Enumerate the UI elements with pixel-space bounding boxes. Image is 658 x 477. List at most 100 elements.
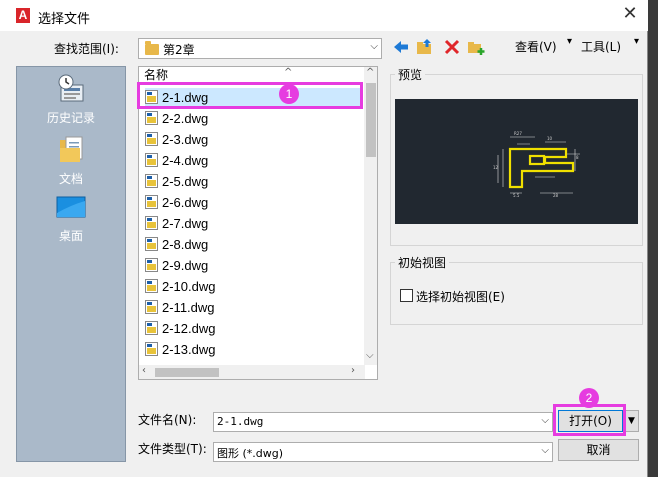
file-name: 2-9.dwg xyxy=(162,258,209,273)
new-folder-icon[interactable] xyxy=(467,38,485,56)
file-row[interactable]: 2-2.dwg xyxy=(145,109,361,129)
column-name-label: 名称 xyxy=(144,68,169,82)
file-name: 2-4.dwg xyxy=(162,153,209,168)
scroll-up-icon[interactable]: ^ xyxy=(366,67,374,78)
place-history[interactable]: 历史记录 xyxy=(17,73,125,126)
filename-label: 文件名(N): xyxy=(138,413,197,427)
dwg-file-icon xyxy=(145,279,158,293)
sort-up-icon: ^ xyxy=(284,67,293,78)
svg-text:10: 10 xyxy=(547,136,553,141)
place-desktop[interactable]: 桌面 xyxy=(17,195,125,244)
column-header-name[interactable]: 名称 ^ xyxy=(139,67,365,84)
file-name: 2-1.dwg xyxy=(162,90,209,105)
places-bar: 历史记录 文档 桌面 xyxy=(16,66,126,462)
preview-label: 预览 xyxy=(395,66,426,83)
delete-x-icon[interactable] xyxy=(443,38,461,56)
tools-menu[interactable]: 工具(L) xyxy=(581,38,621,55)
cancel-button[interactable]: 取消 xyxy=(558,439,639,461)
dwg-file-icon xyxy=(145,153,158,167)
desktop-icon xyxy=(55,195,87,223)
vertical-scrollbar[interactable]: ^ ⌵ xyxy=(364,67,377,365)
step-badge-1: 1 xyxy=(279,84,299,104)
lookin-value: 第2章 xyxy=(163,43,195,57)
initial-view-checkbox[interactable] xyxy=(400,289,413,302)
horizontal-scroll-thumb[interactable] xyxy=(155,368,219,377)
scroll-left-icon[interactable]: ‹ xyxy=(142,365,146,376)
initial-view-checkbox-label[interactable]: 选择初始视图(E) xyxy=(416,288,505,305)
dwg-file-icon xyxy=(145,111,158,125)
file-name: 2-2.dwg xyxy=(162,111,209,126)
up-folder-icon[interactable] xyxy=(416,38,434,56)
dwg-file-icon xyxy=(145,321,158,335)
place-desktop-label: 桌面 xyxy=(58,229,83,243)
step-badge-2: 2 xyxy=(579,388,599,408)
chevron-down-icon: ⌵ xyxy=(370,41,378,52)
file-row[interactable]: 2-1.dwg xyxy=(145,88,361,108)
documents-icon xyxy=(55,134,87,166)
svg-text:5.5: 5.5 xyxy=(513,193,520,198)
horizontal-scrollbar[interactable]: ‹ › xyxy=(139,365,365,379)
file-row[interactable]: 2-3.dwg xyxy=(145,130,361,150)
filename-input[interactable]: 2-1.dwg ⌵ xyxy=(213,412,553,432)
place-history-label: 历史记录 xyxy=(46,111,95,125)
file-name: 2-7.dwg xyxy=(162,216,209,231)
scroll-right-icon[interactable]: › xyxy=(351,365,355,376)
file-name: 2-11.dwg xyxy=(162,300,215,315)
file-row[interactable]: 2-11.dwg xyxy=(145,298,361,318)
file-row[interactable]: 2-4.dwg xyxy=(145,151,361,171)
lookin-label: 查找范围(I): xyxy=(54,42,119,56)
folder-icon xyxy=(145,41,159,55)
window-title: 选择文件 xyxy=(38,12,91,27)
file-name: 2-13.dwg xyxy=(162,342,216,357)
file-list[interactable]: 名称 ^ 2-1.dwg 2-2.dwg 2-3.dwg 2-4.dwg 2-5.dwg… xyxy=(138,66,378,380)
history-icon xyxy=(55,73,87,105)
autocad-logo-icon: A xyxy=(16,8,30,23)
file-name: 2-6.dwg xyxy=(162,195,209,210)
chevron-down-icon[interactable]: ⌵ xyxy=(541,445,549,456)
select-file-dialog: A 选择文件 ✕ 查找范围(I): 第2章 ⌵ 查看(V) ▾ 工具(L) ▾ … xyxy=(0,0,648,477)
file-row[interactable]: 2-13.dwg xyxy=(145,340,361,360)
background-window-edge xyxy=(648,0,658,477)
open-button[interactable]: 打开(O) xyxy=(558,410,623,432)
title-bar: A 选择文件 ✕ xyxy=(0,0,648,31)
open-options-dropdown[interactable]: ▼ xyxy=(624,410,639,432)
dwg-file-icon xyxy=(145,195,158,209)
dwg-file-icon xyxy=(145,300,158,314)
file-name: 2-12.dwg xyxy=(162,321,216,336)
file-row[interactable]: 2-10.dwg xyxy=(145,277,361,297)
dwg-file-icon xyxy=(145,342,158,356)
file-row[interactable]: 2-9.dwg xyxy=(145,256,361,276)
place-documents-label: 文档 xyxy=(58,172,83,186)
filetype-value: 图形 (*.dwg) xyxy=(217,447,284,460)
file-row[interactable]: 2-5.dwg xyxy=(145,172,361,192)
dwg-file-icon xyxy=(145,237,158,251)
file-row[interactable]: 2-8.dwg xyxy=(145,235,361,255)
file-name: 2-10.dwg xyxy=(162,279,216,294)
dwg-file-icon xyxy=(145,258,158,272)
dwg-file-icon xyxy=(145,132,158,146)
tools-dropdown-icon[interactable]: ▾ xyxy=(634,36,639,47)
svg-text:28: 28 xyxy=(553,193,559,198)
lookin-dropdown[interactable]: 第2章 ⌵ xyxy=(138,38,382,59)
dwg-file-icon xyxy=(145,174,158,188)
dwg-file-icon xyxy=(145,216,158,230)
filename-value: 2-1.dwg xyxy=(217,415,264,428)
vertical-scroll-thumb[interactable] xyxy=(366,83,376,157)
file-row[interactable]: 2-7.dwg xyxy=(145,214,361,234)
place-documents[interactable]: 文档 xyxy=(17,134,125,187)
filetype-dropdown[interactable]: 图形 (*.dwg) ⌵ xyxy=(213,442,553,462)
file-row[interactable]: 2-12.dwg xyxy=(145,319,361,339)
svg-text:R27: R27 xyxy=(514,131,522,136)
scroll-down-icon[interactable]: ⌵ xyxy=(366,350,374,361)
views-dropdown-icon[interactable]: ▾ xyxy=(567,36,572,47)
svg-text:8: 8 xyxy=(576,155,579,160)
close-button[interactable]: ✕ xyxy=(620,3,640,25)
file-row[interactable]: 2-6.dwg xyxy=(145,193,361,213)
views-menu[interactable]: 查看(V) xyxy=(515,38,557,55)
svg-text:12: 12 xyxy=(493,165,499,170)
file-name: 2-8.dwg xyxy=(162,237,209,252)
filetype-label: 文件类型(T): xyxy=(138,442,207,456)
back-arrow-icon[interactable] xyxy=(392,38,410,56)
chevron-down-icon[interactable]: ⌵ xyxy=(541,415,549,426)
file-name: 2-5.dwg xyxy=(162,174,209,189)
